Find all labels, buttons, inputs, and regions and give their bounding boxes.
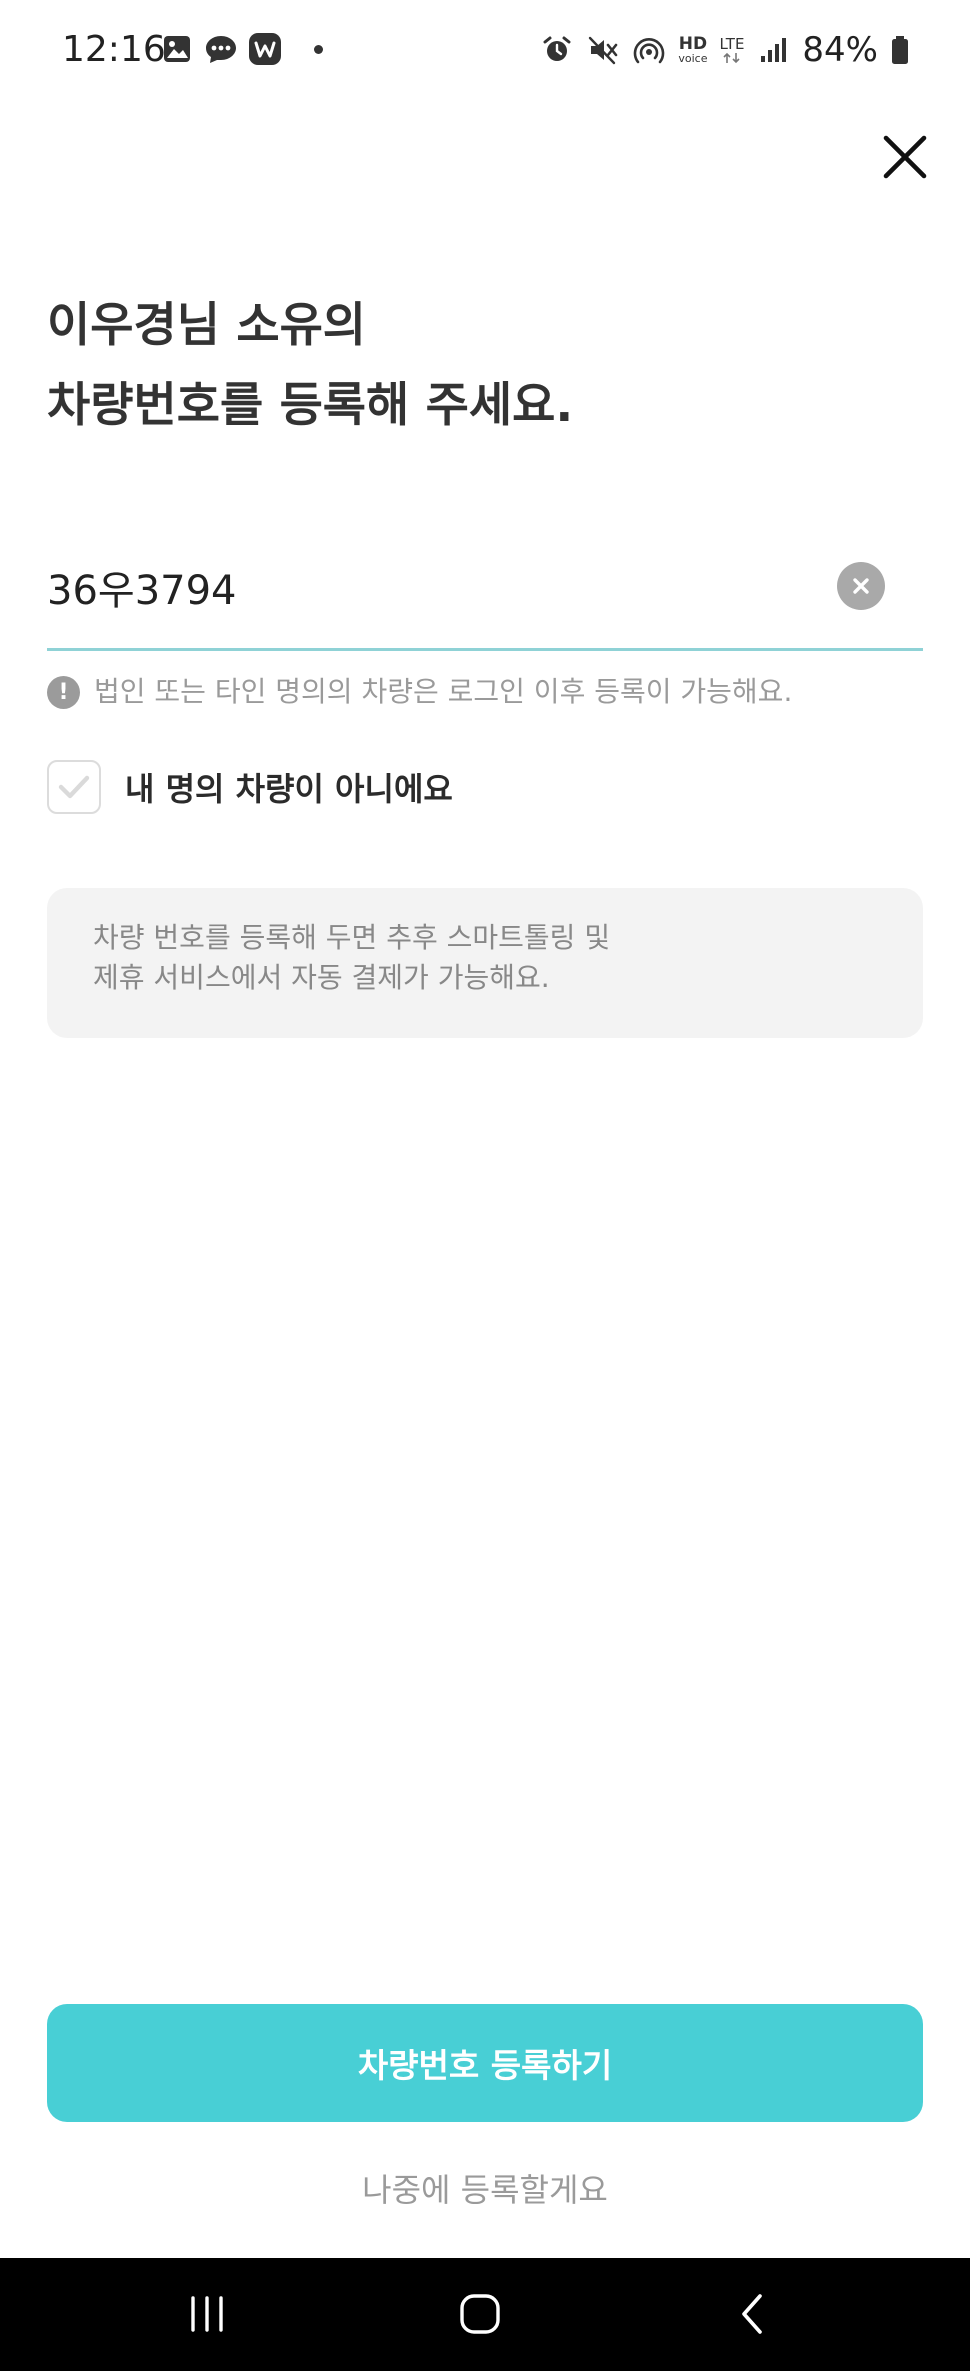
not-my-vehicle-checkbox[interactable]: 내 명의 차량이 아니에요	[47, 760, 453, 814]
status-bar: 12:16 HD voice LTE 84%	[0, 0, 970, 104]
back-icon	[742, 2294, 762, 2334]
signal-icon	[756, 33, 790, 67]
notice-text: 법인 또는 타인 명의의 차량은 로그인 이후 등록이 가능해요.	[94, 675, 793, 708]
screen: 12:16 HD voice LTE 84% 이우경님 소유의 차량번호를 등록…	[0, 0, 970, 2371]
back-button[interactable]	[716, 2284, 786, 2344]
hotspot-icon	[632, 33, 666, 67]
info-card-line1: 차량 번호를 등록해 두면 추후 스마트톨링 및	[93, 921, 611, 954]
info-card-line2: 제휴 서비스에서 자동 결제가 가능해요.	[93, 961, 550, 994]
home-icon	[460, 2294, 500, 2334]
register-plate-button[interactable]: 차량번호 등록하기	[47, 2004, 923, 2122]
hd-voice-icon: HD voice	[678, 33, 708, 65]
app-w-icon	[248, 32, 282, 66]
recent-apps-button[interactable]	[172, 2284, 242, 2344]
navigation-bar	[0, 2258, 970, 2371]
mute-icon	[586, 33, 620, 67]
lte-icon: LTE	[719, 36, 744, 64]
check-icon	[58, 775, 90, 799]
notice: ! 법인 또는 타인 명의의 차량은 로그인 이후 등록이 가능해요.	[47, 672, 792, 712]
hd-label: HD	[678, 33, 708, 54]
clear-icon	[853, 578, 869, 594]
gallery-icon	[160, 32, 194, 66]
page-title-line1: 이우경님 소유의	[47, 298, 367, 353]
home-button[interactable]	[445, 2284, 515, 2344]
voice-label: voice	[678, 51, 708, 65]
clear-input-button[interactable]	[837, 562, 885, 610]
exclamation-icon: !	[47, 675, 80, 709]
status-time: 12:16	[62, 29, 166, 70]
chat-bubble-icon	[204, 32, 238, 66]
recent-apps-icon	[191, 2296, 223, 2332]
plate-number-input[interactable]	[47, 548, 827, 626]
page-title-line2: 차량번호를 등록해 주세요.	[47, 378, 574, 433]
battery-icon	[890, 33, 910, 67]
plate-number-field	[47, 548, 923, 651]
close-icon	[883, 135, 927, 179]
register-later-link[interactable]: 나중에 등록할게요	[0, 2165, 970, 2211]
alarm-icon	[540, 33, 574, 67]
checkbox-box[interactable]	[47, 760, 101, 814]
close-button[interactable]	[872, 124, 938, 190]
status-right: HD voice LTE 84%	[540, 30, 910, 70]
checkbox-label: 내 명의 차량이 아니에요	[125, 770, 453, 808]
battery-percent: 84%	[802, 30, 878, 70]
page-title: 이우경님 소유의 차량번호를 등록해 주세요.	[47, 286, 927, 446]
notification-dot-icon	[314, 44, 323, 54]
status-left-icons	[160, 32, 323, 66]
info-card: 차량 번호를 등록해 두면 추후 스마트톨링 및 제휴 서비스에서 자동 결제가…	[47, 888, 923, 1038]
lte-label: LTE	[719, 35, 745, 53]
